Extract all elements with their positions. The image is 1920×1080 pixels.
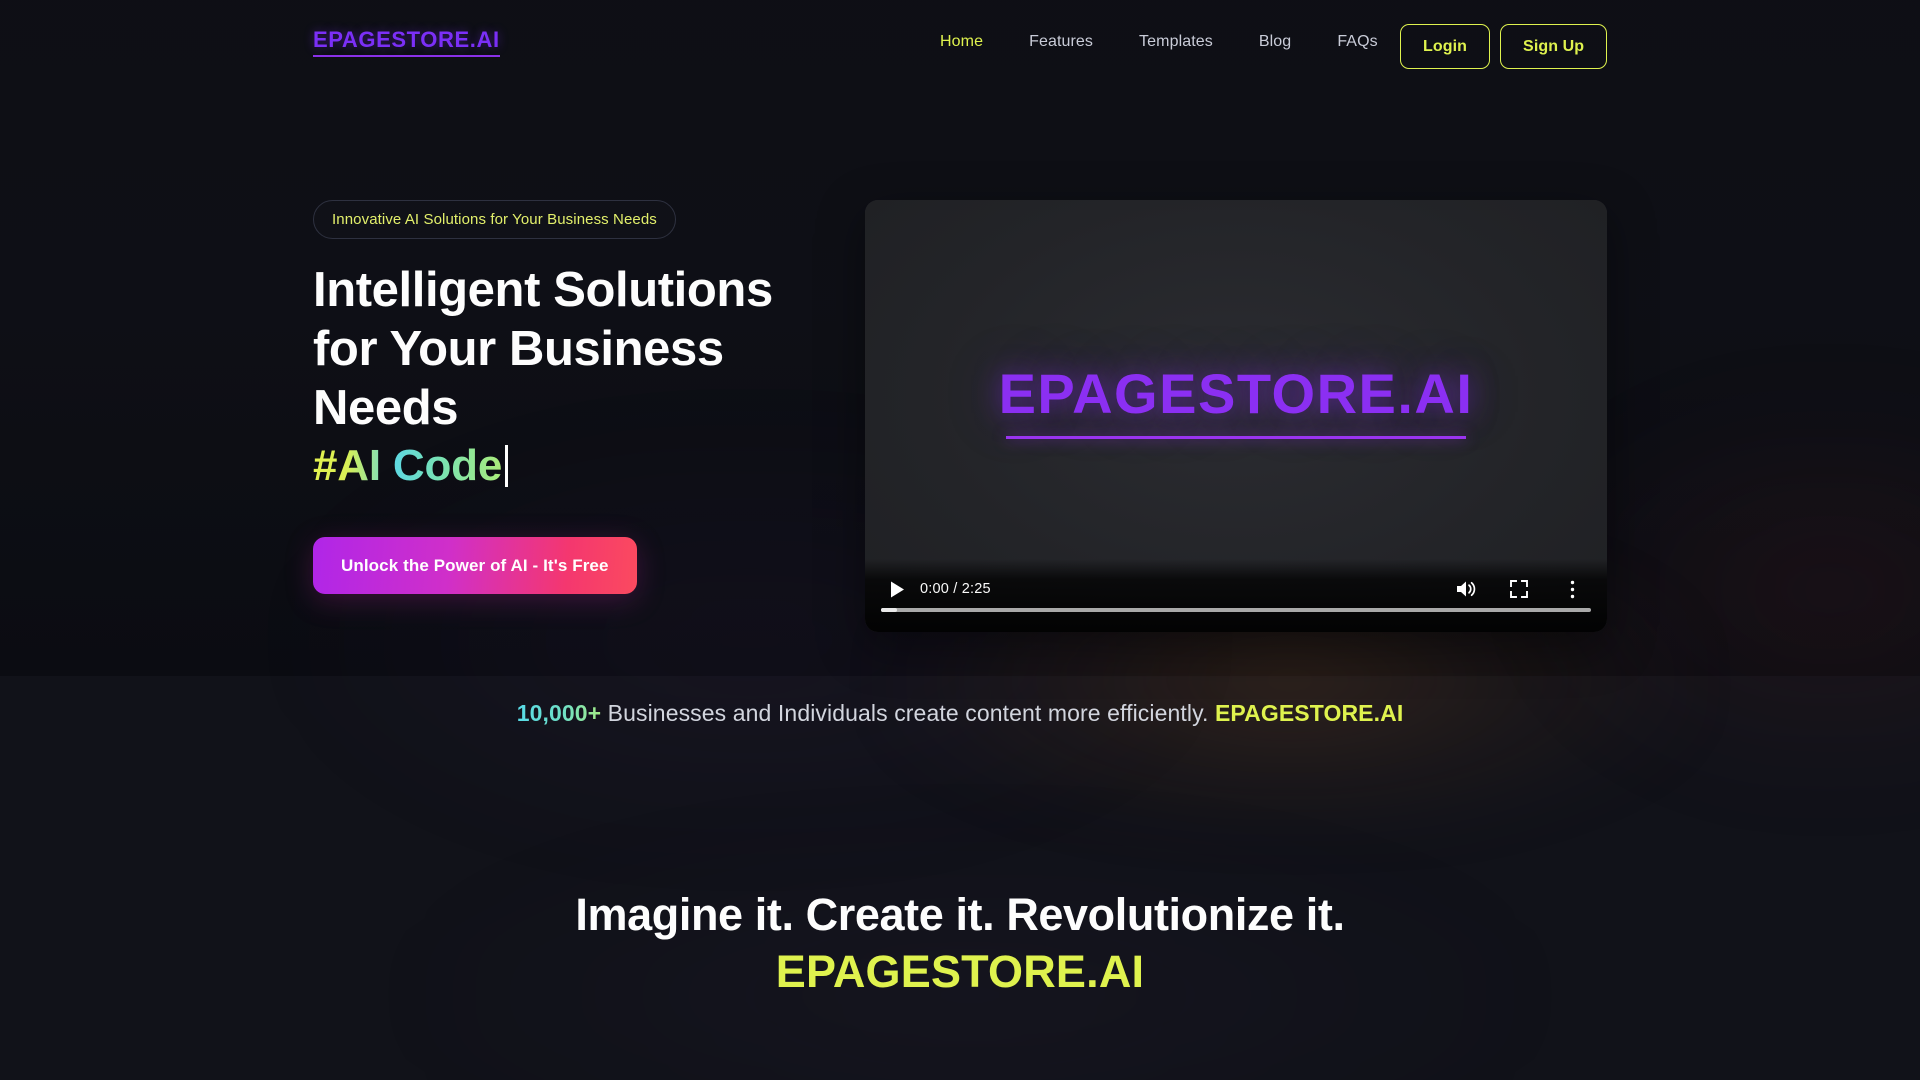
video-play-button[interactable] (881, 573, 913, 605)
nav-item-home[interactable]: Home (940, 33, 983, 51)
hero-cta-button[interactable]: Unlock the Power of AI - It's Free (313, 537, 637, 595)
hero-badge: Innovative AI Solutions for Your Busines… (313, 200, 676, 239)
hero-headline-line-1: Intelligent Solutions (313, 263, 773, 317)
login-button[interactable]: Login (1400, 24, 1491, 69)
hero-typing-text: #AI Code (313, 441, 503, 491)
hero-headline-line-2: for Your Business (313, 321, 724, 376)
nav-item-features[interactable]: Features (1029, 33, 1093, 51)
kebab-menu-icon[interactable] (1556, 573, 1588, 605)
nav-item-templates[interactable]: Templates (1139, 33, 1213, 51)
stats-count: 10,000+ (516, 700, 602, 726)
closing-line-2: EPAGESTORE.AI (775, 945, 1145, 997)
site-logo[interactable]: EPAGESTORE.AI (313, 27, 500, 58)
video-controls-right (1450, 573, 1588, 605)
video-time-display: 0:00 / 2:25 (920, 581, 991, 597)
main-navigation: Home Features Templates Blog FAQs (940, 33, 1378, 51)
hero-headline-line-3: Needs (313, 380, 459, 435)
nav-item-blog[interactable]: Blog (1259, 33, 1291, 51)
video-progress-bar[interactable] (881, 608, 1591, 612)
site-header: EPAGESTORE.AI Home Features Templates Bl… (0, 0, 1920, 93)
video-controls-bar: 0:00 / 2:25 (865, 559, 1607, 632)
nav-item-faqs[interactable]: FAQs (1337, 33, 1377, 51)
hero-typing-line: #AI Code (313, 441, 873, 491)
hero-video-player[interactable]: EPAGESTORE.AI 0:00 / 2:25 (865, 200, 1607, 632)
volume-icon[interactable] (1450, 573, 1482, 605)
signup-button[interactable]: Sign Up (1500, 24, 1608, 69)
video-progress-filled (881, 608, 897, 612)
fullscreen-icon[interactable] (1503, 573, 1535, 605)
closing-line-1: Imagine it. Create it. Revolutionize it. (575, 889, 1345, 940)
hero-headline: Intelligent Solutions for Your Business … (313, 261, 873, 437)
closing-heading: Imagine it. Create it. Revolutionize it.… (0, 888, 1920, 1000)
auth-buttons: Login Sign Up (1400, 24, 1608, 69)
stats-text: Businesses and Individuals create conten… (601, 700, 1215, 726)
typing-caret (505, 445, 509, 488)
video-poster-logo: EPAGESTORE.AI (998, 361, 1474, 425)
stats-brand: EPAGESTORE.AI (1214, 700, 1404, 726)
video-poster-underline (1006, 435, 1466, 439)
hero-content: Innovative AI Solutions for Your Busines… (313, 200, 873, 595)
stats-line: 10,000+ Businesses and Individuals creat… (0, 700, 1920, 727)
